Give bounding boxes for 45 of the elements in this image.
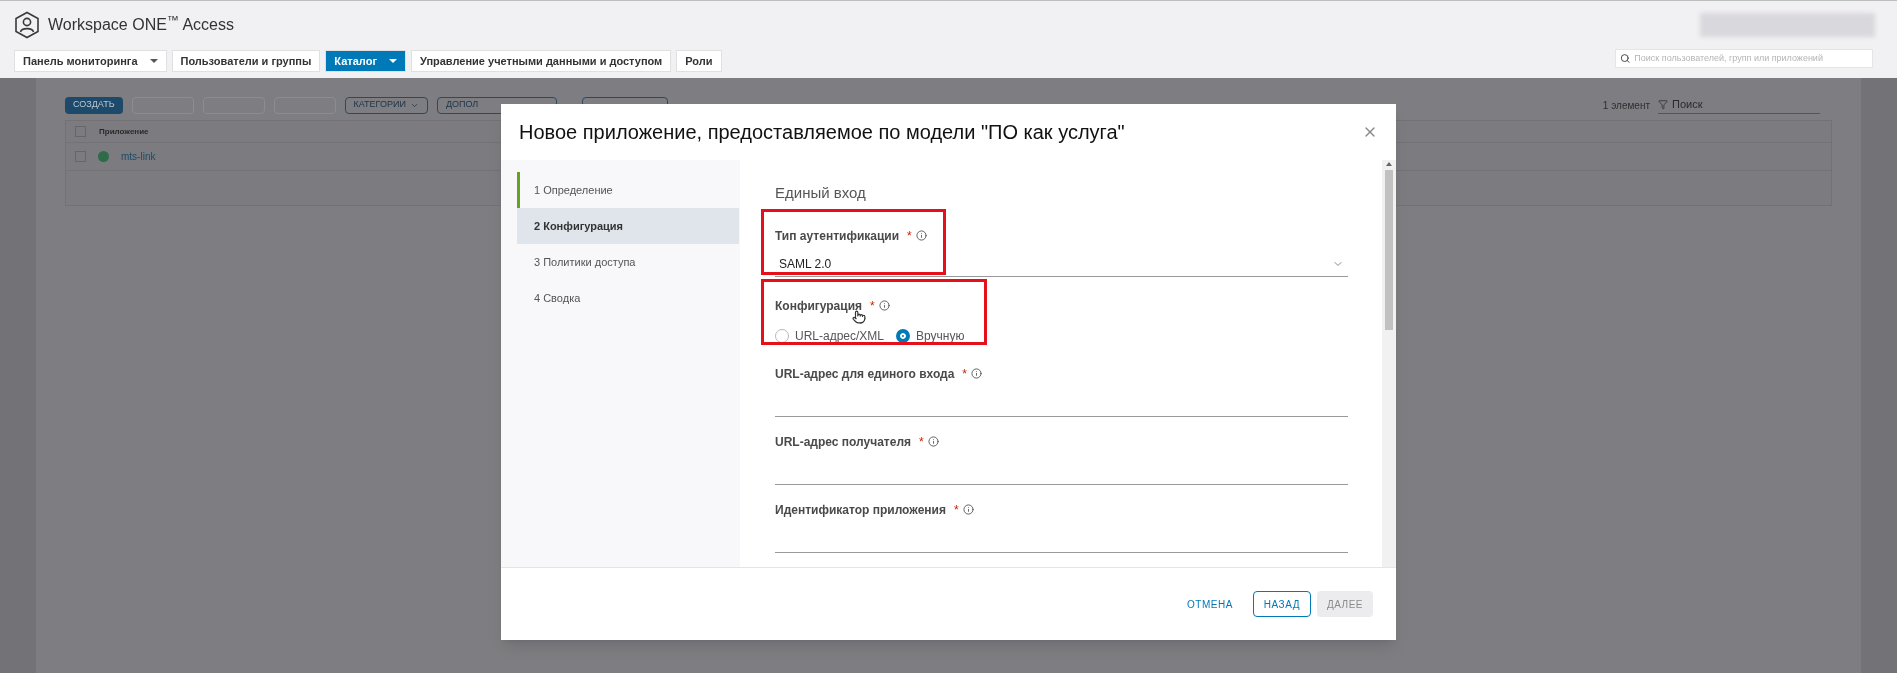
search-icon [1620, 53, 1631, 64]
field-label: Конфигурация [775, 297, 863, 315]
person-hexagon-icon [14, 11, 40, 39]
wizard-step[interactable]: 2 Конфигурация [517, 208, 739, 244]
info-icon[interactable] [962, 504, 974, 515]
radio-button[interactable] [775, 328, 789, 343]
select-all-checkbox[interactable] [75, 126, 86, 137]
wizard-step[interactable]: 4 Сводка [517, 280, 739, 316]
radio-button[interactable] [896, 328, 911, 343]
auth-type-select[interactable]: SAML 2.0 [775, 252, 1348, 277]
create-button[interactable]: СОЗДАТЬ [65, 96, 123, 114]
global-search-field[interactable]: Поиск пользователей, групп или приложений [1615, 49, 1873, 68]
wizard-step[interactable]: 3 Политики доступа [517, 244, 739, 280]
field-label: Тип аутентификации [775, 227, 900, 245]
field-label: URL-адрес получателя [775, 433, 912, 451]
required-mark: * [919, 433, 924, 451]
radio-option[interactable]: Вручную [896, 326, 965, 345]
globe-icon [98, 151, 109, 162]
column-header: Приложение [99, 125, 149, 138]
back-button[interactable]: НАЗАД [1252, 591, 1311, 617]
radio-option[interactable]: URL-адрес/XML [775, 326, 885, 345]
scrollbar[interactable] [1382, 160, 1396, 567]
required-mark: * [962, 365, 967, 383]
info-icon[interactable] [927, 436, 939, 447]
nav-tab[interactable]: Пользователи и группы [171, 50, 321, 72]
nav-tab[interactable]: Роли [676, 50, 722, 72]
required-mark: * [870, 297, 875, 315]
nav-tab[interactable]: Панель мониторинга [14, 50, 167, 72]
filter-field[interactable]: Поиск [1672, 96, 1820, 113]
section-title: Единый вход [775, 183, 867, 203]
required-mark: * [953, 501, 959, 519]
modal-title: Новое приложение, предоставляемое по модели "ПО как услуга" [519, 120, 1125, 145]
item-count: 1 элемент [1602, 98, 1650, 113]
row-checkbox[interactable] [75, 151, 86, 162]
field-label: Идентификатор приложения [775, 501, 946, 519]
cancel-button[interactable]: ОТМЕНА [1173, 591, 1247, 617]
filter-icon [1658, 99, 1669, 110]
info-icon[interactable] [878, 300, 890, 311]
field-label: URL-адрес для единого входа [775, 365, 955, 383]
nav-tab[interactable]: Каталог [325, 50, 406, 72]
info-icon[interactable] [915, 230, 927, 241]
product-name: Workspace ONE$^{™}$ Access [48, 13, 234, 35]
nav-tab[interactable]: Управление учетными данными и доступом [410, 50, 672, 72]
info-icon[interactable] [971, 368, 982, 379]
required-mark: * [907, 227, 912, 245]
